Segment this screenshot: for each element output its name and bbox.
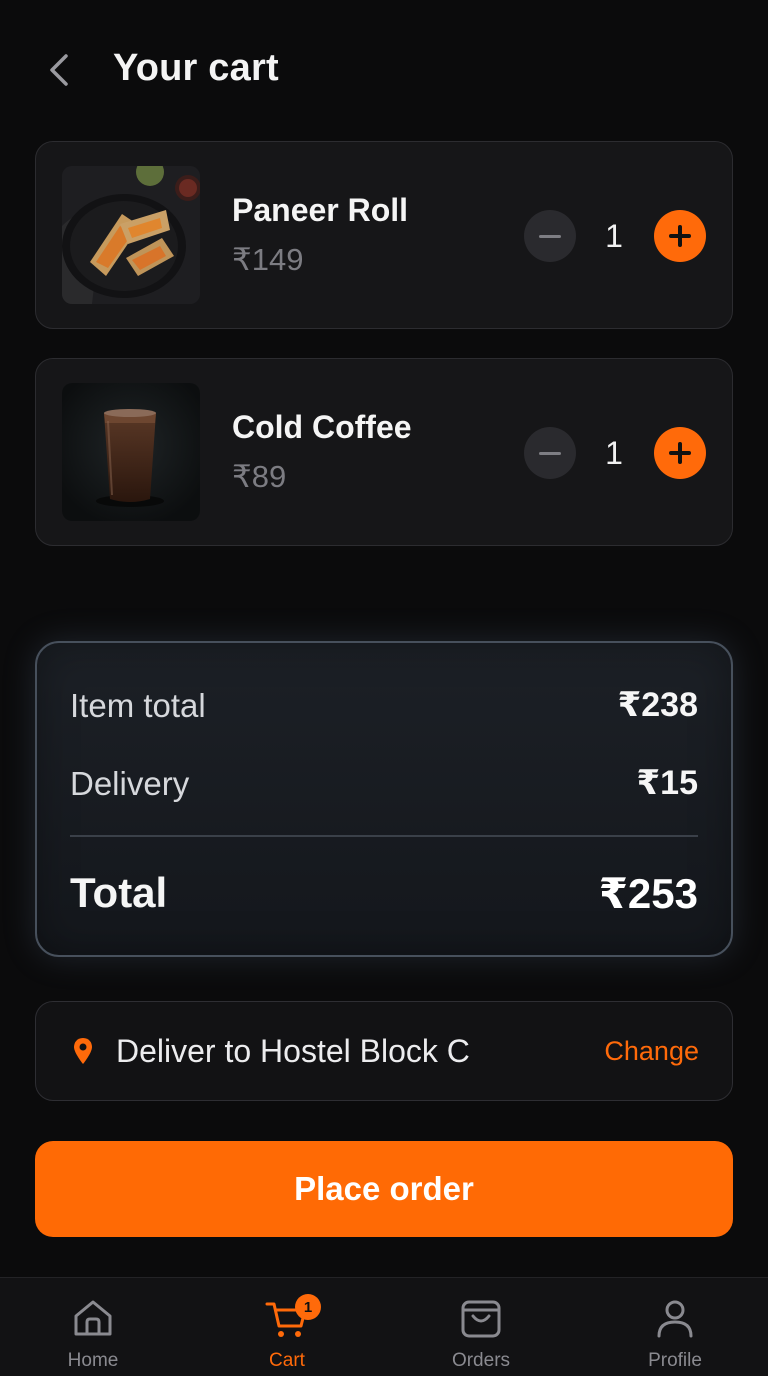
home-icon — [74, 1300, 112, 1336]
location-pin-icon — [74, 1038, 92, 1064]
cart-count-badge: 1 — [295, 1294, 321, 1320]
summary-divider — [70, 835, 698, 837]
address-text: Deliver to Hostel Block C — [116, 1033, 470, 1069]
decrease-quantity-button[interactable] — [524, 427, 576, 479]
delivery-address-row: Deliver to Hostel Block C Change — [35, 1001, 733, 1101]
place-order-label: Place order — [294, 1170, 474, 1207]
quantity-value: 1 — [605, 218, 623, 254]
nav-profile[interactable]: Profile — [605, 1278, 745, 1376]
header: Your cart — [0, 0, 768, 140]
quantity-stepper: 1 — [524, 210, 706, 262]
item-total-label: Item total — [70, 687, 206, 724]
back-button[interactable] — [40, 48, 80, 92]
item-name: Paneer Roll — [232, 192, 409, 228]
item-price: ₹149 — [232, 242, 304, 277]
cart-item-cold-coffee: Cold Coffee ₹89 1 — [35, 358, 733, 546]
item-name: Cold Coffee — [232, 409, 412, 445]
total-label: Total — [70, 869, 168, 916]
place-order-button[interactable]: Place order — [35, 1141, 733, 1237]
nav-home-label: Home — [67, 1350, 119, 1371]
change-address-link[interactable]: Change — [604, 1036, 699, 1067]
quantity-value: 1 — [605, 435, 623, 471]
item-image-cold-coffee — [62, 383, 200, 521]
profile-icon — [657, 1300, 693, 1338]
page-title: Your cart — [113, 47, 279, 89]
item-price: ₹89 — [232, 459, 287, 494]
decrease-quantity-button[interactable] — [524, 210, 576, 262]
nav-orders[interactable]: Orders — [411, 1278, 551, 1376]
nav-profile-label: Profile — [648, 1350, 702, 1371]
increase-quantity-button[interactable] — [654, 427, 706, 479]
cart-screen: Your cart Paneer Roll ₹149 1 Cold Coffee… — [0, 0, 768, 1376]
quantity-stepper: 1 — [524, 427, 706, 479]
item-image-paneer-roll — [62, 166, 200, 304]
order-summary: Item total ₹238 Delivery ₹15 Total ₹253 — [35, 641, 733, 957]
delivery-value: ₹15 — [636, 764, 698, 802]
cart-item-paneer-roll: Paneer Roll ₹149 1 — [35, 141, 733, 329]
nav-cart[interactable]: 1 Cart — [217, 1278, 357, 1376]
orders-bag-icon — [461, 1300, 501, 1338]
nav-cart-label: Cart — [269, 1350, 305, 1371]
chevron-left-icon — [50, 54, 68, 86]
bottom-navigation: Home 1 Cart Orders Profile — [0, 1277, 768, 1376]
nav-orders-label: Orders — [451, 1350, 511, 1371]
increase-quantity-button[interactable] — [654, 210, 706, 262]
nav-home[interactable]: Home — [23, 1278, 163, 1376]
total-value: ₹253 — [598, 870, 698, 917]
delivery-label: Delivery — [70, 765, 190, 802]
item-total-value: ₹238 — [617, 686, 698, 724]
